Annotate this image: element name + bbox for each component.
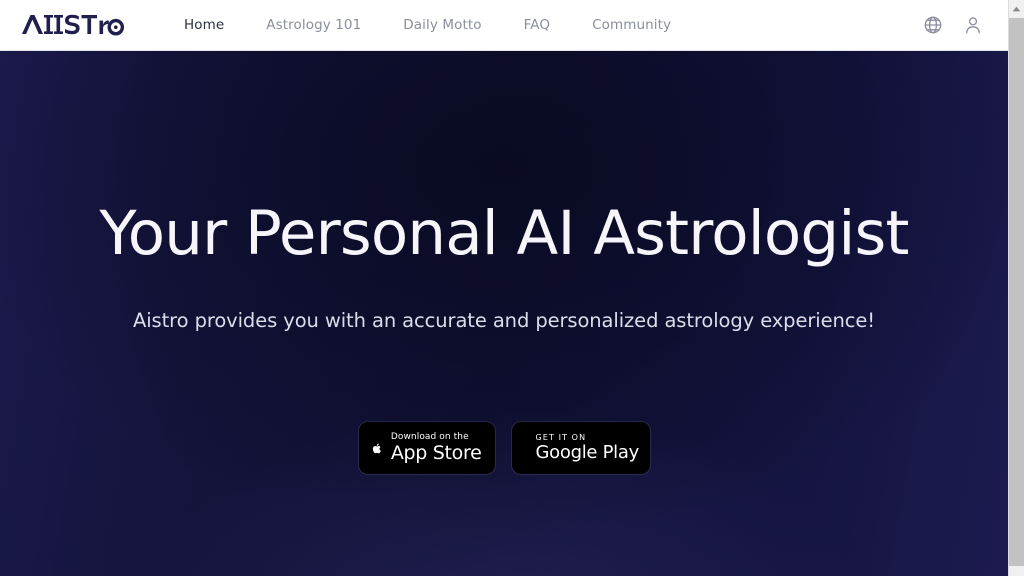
google-play-badge-text: GET IT ON Google Play [535, 432, 640, 464]
nav-link-community[interactable]: Community [571, 17, 692, 33]
page-title: Your Personal AI Astrologist [99, 198, 909, 269]
brand-logo[interactable] [20, 0, 124, 50]
globe-icon[interactable] [923, 15, 943, 35]
hero-subtitle: Aistro provides you with an accurate and… [133, 309, 875, 332]
hero-content: Your Personal AI Astrologist Aistro prov… [0, 51, 1008, 576]
vertical-scrollbar[interactable] [1008, 0, 1024, 576]
top-navigation-bar: Home Astrology 101 Daily Motto FAQ Commu… [0, 0, 1008, 51]
app-store-small-text: Download on the [390, 431, 469, 442]
nav-link-faq[interactable]: FAQ [503, 17, 571, 33]
nav-links: Home Astrology 101 Daily Motto FAQ Commu… [163, 17, 692, 33]
google-play-badge[interactable]: GET IT ON Google Play [511, 422, 650, 474]
apple-icon [372, 443, 381, 453]
chevron-up-icon [1012, 6, 1021, 11]
google-play-big-text: Google Play [535, 442, 640, 464]
app-store-badge-text: Download on the App Store [391, 432, 482, 465]
nav-link-astrology-101[interactable]: Astrology 101 [245, 17, 382, 33]
aistro-wordmark-icon [22, 14, 124, 36]
hero-section: Your Personal AI Astrologist Aistro prov… [0, 51, 1008, 576]
store-badge-row: Download on the App Store GET IT ON Goog… [0, 422, 1008, 474]
page-content: Home Astrology 101 Daily Motto FAQ Commu… [0, 0, 1008, 576]
app-store-big-text: App Store [390, 442, 482, 465]
nav-link-daily-motto[interactable]: Daily Motto [382, 17, 502, 33]
scrollbar-thumb[interactable] [1009, 18, 1024, 566]
scrollbar-up-button[interactable] [1009, 0, 1024, 17]
app-store-badge[interactable]: Download on the App Store [358, 422, 495, 474]
google-play-small-text: GET IT ON [535, 432, 587, 442]
nav-link-home[interactable]: Home [163, 17, 245, 33]
user-icon[interactable] [963, 15, 983, 35]
nav-actions [923, 15, 983, 35]
browser-viewport: Home Astrology 101 Daily Motto FAQ Commu… [0, 0, 1024, 576]
